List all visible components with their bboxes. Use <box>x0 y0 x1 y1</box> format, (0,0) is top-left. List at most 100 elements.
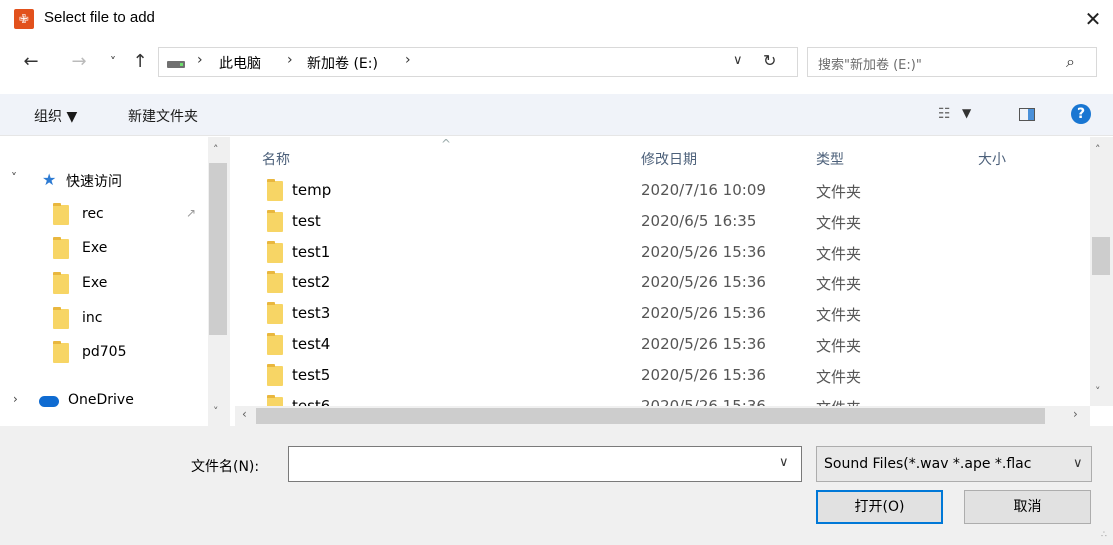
folder-icon <box>267 364 283 386</box>
title-bar: ✙ Select file to add ✕ <box>0 0 1113 40</box>
breadcrumb-separator: › <box>197 52 203 68</box>
back-button[interactable]: ← <box>20 52 42 72</box>
column-header-size[interactable]: 大小 <box>978 149 1006 169</box>
scroll-right-icon[interactable]: › <box>1073 407 1078 421</box>
sidebar-item-exe[interactable]: Exe <box>0 269 208 299</box>
table-row[interactable]: test3 2020/5/26 15:36 文件夹 <box>235 300 1090 331</box>
scroll-up-icon[interactable]: ˄ <box>1095 143 1101 156</box>
sidebar-item-rec[interactable]: rec ↗ <box>0 200 208 230</box>
navigation-pane: ˅ ★ 快速访问 rec ↗ Exe Exe inc pd705 › OneDr… <box>0 137 230 426</box>
preview-pane-icon[interactable] <box>1019 108 1035 121</box>
sidebar-item-onedrive[interactable]: › OneDrive <box>0 386 208 416</box>
file-name: temp <box>292 181 332 199</box>
recent-locations-button[interactable]: ˅ <box>106 52 120 72</box>
folder-icon <box>53 237 69 259</box>
breadcrumb-separator: › <box>287 52 293 68</box>
filter-dropdown-icon[interactable]: ∨ <box>1073 456 1083 471</box>
file-type: 文件夹 <box>816 214 862 232</box>
file-type: 文件夹 <box>816 397 861 406</box>
scroll-down-icon[interactable]: ˅ <box>213 405 219 418</box>
sidebar-item-pd705[interactable]: pd705 <box>0 338 208 368</box>
file-name: test1 <box>292 243 331 261</box>
sidebar-item-label: Exe <box>82 275 108 291</box>
file-modified: 2020/5/26 15:36 <box>641 304 766 322</box>
file-type: 文件夹 <box>816 368 862 386</box>
scroll-down-icon[interactable]: ˅ <box>1095 385 1101 398</box>
table-row[interactable]: temp 2020/7/16 10:09 文件夹 <box>235 177 1090 208</box>
filename-input[interactable]: ∨ <box>288 446 802 482</box>
resize-grip-icon[interactable]: ∴ <box>1101 530 1107 540</box>
table-row[interactable]: test 2020/6/5 16:35 文件夹 <box>235 208 1090 239</box>
file-modified: 2020/5/26 15:36 <box>641 397 766 406</box>
folder-icon <box>53 272 69 294</box>
forward-button[interactable]: → <box>68 52 90 72</box>
view-dropdown-icon[interactable]: ▼ <box>962 106 971 120</box>
table-row[interactable]: test2 2020/5/26 15:36 文件夹 <box>235 269 1090 300</box>
sidebar-item-exe[interactable]: Exe <box>0 234 208 264</box>
file-list-vertical-scrollbar[interactable]: ˄ ˅ <box>1090 137 1113 406</box>
file-name: test2 <box>292 273 331 291</box>
command-bar: 组织 ▼ 新建文件夹 ☷ ▼ ? <box>0 94 1113 136</box>
file-type: 文件夹 <box>816 183 862 201</box>
table-row[interactable]: test6 2020/5/26 15:36 文件夹 <box>235 393 1090 406</box>
breadcrumb-drive-e[interactable]: 新加卷 (E:) <box>307 53 378 73</box>
file-name: test3 <box>292 304 331 322</box>
open-button[interactable]: 打开(O) <box>816 490 943 524</box>
sidebar-scrollbar[interactable]: ˄ ˅ <box>208 137 230 426</box>
table-row[interactable]: test4 2020/5/26 15:36 文件夹 <box>235 331 1090 362</box>
file-type: 文件夹 <box>816 337 862 355</box>
column-header-type[interactable]: 类型 <box>816 149 844 169</box>
organize-menu[interactable]: 组织 ▼ <box>34 106 77 126</box>
sidebar-item-label: Exe <box>82 240 108 256</box>
file-name: test5 <box>292 366 331 384</box>
address-dropdown-icon[interactable]: ∨ <box>733 53 743 68</box>
file-name: test <box>292 212 321 230</box>
sidebar-item-label: pd705 <box>82 344 127 360</box>
scroll-thumb[interactable] <box>256 408 1045 424</box>
close-button[interactable]: ✕ <box>1080 6 1106 32</box>
cloud-icon <box>39 396 59 407</box>
sidebar-item-quick-access[interactable]: ˅ ★ 快速访问 <box>0 165 208 195</box>
file-modified: 2020/6/5 16:35 <box>641 212 757 230</box>
folder-icon <box>267 302 283 324</box>
table-row[interactable]: test5 2020/5/26 15:36 文件夹 <box>235 362 1090 393</box>
folder-icon <box>267 271 283 293</box>
search-input[interactable]: 搜索"新加卷 (E:)" ⌕ <box>807 47 1097 77</box>
folder-icon <box>267 179 283 201</box>
sidebar-item-inc[interactable]: inc <box>0 304 208 334</box>
file-list-horizontal-scrollbar[interactable]: ‹ › <box>235 406 1090 426</box>
file-type-filter[interactable]: Sound Files(*.wav *.ape *.flac ∨ <box>816 446 1092 482</box>
file-modified: 2020/5/26 15:36 <box>641 366 766 384</box>
sidebar-item-label: 快速访问 <box>66 174 122 190</box>
file-type: 文件夹 <box>816 245 862 263</box>
search-icon[interactable]: ⌕ <box>1066 52 1075 72</box>
window-title: Select file to add <box>44 9 155 26</box>
table-row[interactable]: test1 2020/5/26 15:36 文件夹 <box>235 239 1090 270</box>
column-header-name[interactable]: 名称 <box>262 149 290 169</box>
search-placeholder: 搜索"新加卷 (E:)" <box>818 58 922 73</box>
scroll-left-icon[interactable]: ‹ <box>242 407 247 421</box>
scroll-thumb[interactable] <box>209 163 227 335</box>
breadcrumb-this-pc[interactable]: 此电脑 <box>219 53 261 73</box>
refresh-icon[interactable]: ↻ <box>763 51 776 70</box>
address-bar[interactable]: › 此电脑 › 新加卷 (E:) › ∨ ↻ <box>158 47 798 77</box>
up-button[interactable]: ↑ <box>130 52 150 72</box>
new-folder-button[interactable]: 新建文件夹 <box>128 106 198 126</box>
cancel-button[interactable]: 取消 <box>964 490 1091 524</box>
breadcrumb-separator: › <box>405 52 411 68</box>
file-name: test4 <box>292 335 331 353</box>
file-modified: 2020/5/26 15:36 <box>641 243 766 261</box>
star-icon: ★ <box>42 170 57 189</box>
filename-dropdown-icon[interactable]: ∨ <box>779 455 789 470</box>
sidebar-item-label: OneDrive <box>68 392 134 408</box>
sort-ascending-icon: ^ <box>441 137 452 151</box>
pin-icon[interactable]: ↗ <box>186 206 196 220</box>
column-header-modified[interactable]: 修改日期 <box>641 149 697 169</box>
view-options-icon[interactable]: ☷ <box>938 106 951 122</box>
scroll-thumb[interactable] <box>1092 237 1110 275</box>
scroll-up-icon[interactable]: ˄ <box>213 143 219 156</box>
help-icon[interactable]: ? <box>1071 104 1091 124</box>
file-type: 文件夹 <box>816 306 862 324</box>
collapsed-arrow-icon[interactable]: › <box>13 392 18 406</box>
expand-arrow-icon[interactable]: ˅ <box>11 171 17 185</box>
